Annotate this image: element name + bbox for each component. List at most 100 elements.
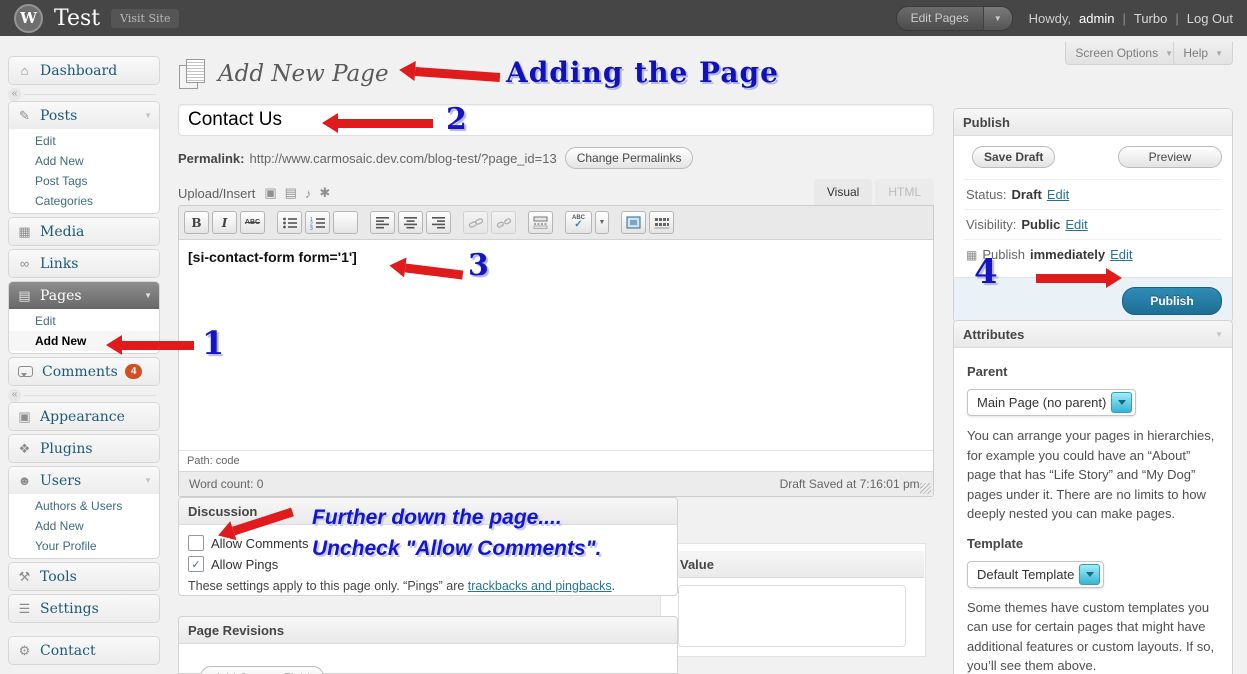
edit-status-link[interactable]: Edit (1047, 187, 1069, 202)
annotation-step-2: 2 (446, 102, 467, 137)
plugin-icon: ❖ (16, 441, 33, 457)
add-media-icon[interactable]: ✱ (319, 185, 330, 201)
discussion-note-end: . (612, 579, 615, 593)
wordpress-logo-icon[interactable]: W (14, 4, 43, 33)
sidebar-subitem-posts-edit[interactable]: Edit (9, 131, 159, 151)
chevron-down-icon: ▼ (1215, 49, 1223, 58)
chevron-down-icon[interactable]: ▼ (144, 111, 152, 120)
add-audio-icon[interactable]: ♪ (305, 186, 312, 201)
save-draft-button[interactable]: Save Draft (972, 146, 1055, 168)
sidebar-item-dashboard[interactable]: ⌂ Dashboard (8, 56, 160, 85)
help-tab[interactable]: Help ▼ (1173, 42, 1233, 65)
sidebar-subitem-post-tags[interactable]: Post Tags (9, 171, 159, 191)
collapse-menu-icon[interactable]: « (8, 88, 21, 101)
pages-document-icon (178, 58, 206, 90)
publish-button[interactable]: Publish (1122, 287, 1222, 315)
logout-link[interactable]: Log Out (1187, 11, 1233, 26)
page-title-input[interactable] (178, 104, 934, 136)
spellcheck-dropdown-icon[interactable]: ▼ (595, 211, 609, 234)
sidebar-item-users[interactable]: ☻ Users ▼ (9, 467, 159, 494)
fullscreen-button[interactable] (621, 211, 646, 234)
insert-link-button[interactable] (463, 211, 488, 234)
sidebar-subitem-pages-edit[interactable]: Edit (9, 311, 159, 331)
allow-comments-checkbox[interactable] (188, 535, 204, 551)
attributes-panel: Attributes ▼ Parent Main Page (no parent… (953, 320, 1233, 674)
edit-schedule-link[interactable]: Edit (1110, 247, 1132, 262)
add-video-icon[interactable]: ▤ (285, 185, 297, 201)
sidebar-item-label: Media (40, 224, 84, 240)
edit-visibility-link[interactable]: Edit (1065, 217, 1087, 232)
gear-icon: ⚙ (16, 643, 33, 659)
align-right-button[interactable] (426, 211, 451, 234)
numbered-list-button[interactable]: 123 (305, 211, 330, 234)
parent-select[interactable]: Main Page (no parent) (967, 389, 1136, 416)
collapse-menu-icon[interactable]: « (8, 389, 21, 402)
template-label: Template (967, 536, 1219, 551)
page-revisions-header[interactable]: Page Revisions (179, 617, 677, 644)
trackbacks-pingbacks-link[interactable]: trackbacks and pingbacks (468, 579, 612, 593)
template-select[interactable]: Default Template (967, 561, 1104, 588)
chevron-down-icon[interactable]: ▼ (144, 476, 152, 485)
editor-content-area[interactable]: [si-contact-form form='1'] (179, 240, 933, 450)
annotation-arrow-publish (1036, 274, 1106, 283)
resize-grip[interactable] (920, 483, 931, 494)
more-tag-button[interactable] (528, 211, 553, 234)
preview-button[interactable]: Preview (1118, 146, 1222, 168)
unlink-button[interactable] (491, 211, 516, 234)
chevron-down-icon[interactable]: ▼ (144, 291, 152, 300)
sidebar-subitem-users-add-new[interactable]: Add New (9, 516, 159, 536)
blockquote-button[interactable] (333, 211, 358, 234)
visit-site-button[interactable]: Visit Site (111, 9, 179, 28)
site-name[interactable]: Test (54, 6, 100, 31)
bullet-list-button[interactable] (277, 211, 302, 234)
screen-options-tab[interactable]: Screen Options ▼ (1065, 42, 1183, 65)
sidebar-subitem-categories[interactable]: Categories (9, 191, 159, 211)
align-left-button[interactable] (370, 211, 395, 234)
spellcheck-button[interactable]: ABC✓ (565, 211, 592, 234)
sidebar-subitem-authors-users[interactable]: Authors & Users (9, 496, 159, 516)
sidebar-subitem-your-profile[interactable]: Your Profile (9, 536, 159, 556)
strikethrough-button[interactable]: ABC (240, 211, 265, 234)
italic-button[interactable]: I (212, 211, 237, 234)
chevron-down-icon[interactable]: ▼ (983, 7, 1012, 30)
favorites-menu-dropdown[interactable]: Edit Pages ▼ (896, 6, 1013, 31)
custom-field-value-textarea[interactable] (678, 585, 906, 647)
sidebar-item-posts[interactable]: ✎ Posts ▼ (9, 102, 159, 129)
tab-html[interactable]: HTML (875, 179, 934, 205)
sidebar-item-media[interactable]: ▦ Media (8, 217, 160, 246)
sidebar-subitem-posts-add-new[interactable]: Add New (9, 151, 159, 171)
align-center-button[interactable] (398, 211, 423, 234)
sidebar-item-label: Appearance (40, 409, 125, 425)
menu-separator: « (8, 389, 160, 401)
sidebar-item-settings[interactable]: ☰ Settings (8, 594, 160, 623)
add-custom-field-button[interactable]: Add Custom Field (200, 666, 324, 674)
sidebar-group-users: ☻ Users ▼ Authors & Users Add New Your P… (8, 466, 160, 559)
tab-visual[interactable]: Visual (814, 179, 872, 205)
media-buttons-row: Upload/Insert ▣ ▤ ♪ ✱ Visual HTML (178, 178, 934, 205)
change-permalinks-button[interactable]: Change Permalinks (565, 147, 694, 169)
page-title: Add New Page (218, 61, 389, 87)
select-dropdown-icon[interactable] (1079, 564, 1100, 585)
add-image-icon[interactable]: ▣ (264, 185, 276, 201)
turbo-link[interactable]: Turbo (1134, 11, 1167, 26)
allow-pings-checkbox[interactable]: ✓ (188, 556, 204, 572)
sidebar-item-contact[interactable]: ⚙ Contact (8, 636, 160, 665)
attributes-header[interactable]: Attributes ▼ (954, 321, 1232, 348)
annotation-step-4: 4 (974, 252, 998, 292)
publish-header[interactable]: Publish (954, 109, 1232, 136)
sidebar-item-tools[interactable]: ⚒ Tools (8, 562, 160, 591)
select-dropdown-icon[interactable] (1111, 392, 1132, 413)
kitchen-sink-button[interactable] (649, 211, 674, 234)
sidebar-item-appearance[interactable]: ▣ Appearance (8, 402, 160, 431)
sidebar-item-comments[interactable]: Comments 4 (8, 357, 160, 386)
bold-button[interactable]: B (184, 211, 209, 234)
sidebar-item-plugins[interactable]: ❖ Plugins (8, 434, 160, 463)
editor-status-bar: Word count: 0 Draft Saved at 7:16:01 pm. (179, 471, 933, 496)
username-link[interactable]: admin (1079, 11, 1114, 26)
sidebar-item-pages[interactable]: ▤ Pages ▼ (9, 282, 159, 309)
sidebar-item-links[interactable]: ∞ Links (8, 249, 160, 278)
sidebar-item-label: Dashboard (40, 63, 117, 79)
parent-label: Parent (967, 364, 1219, 379)
allow-pings-label: Allow Pings (211, 557, 278, 572)
chevron-down-icon[interactable]: ▼ (1215, 330, 1223, 339)
